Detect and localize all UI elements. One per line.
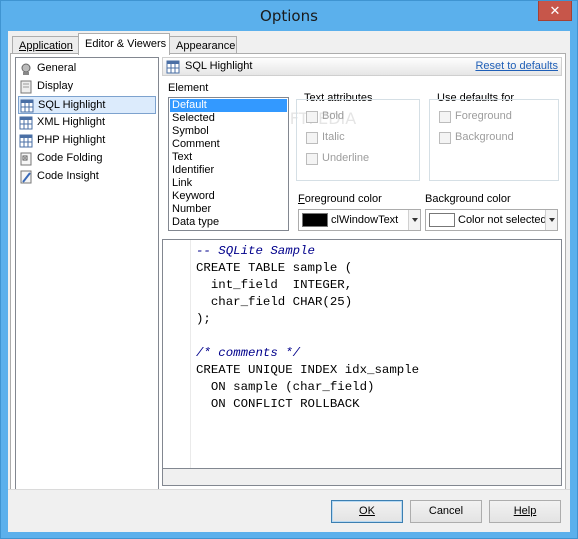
tab-label: Appearance	[176, 40, 236, 52]
category-label: Code Folding	[37, 152, 103, 164]
element-item[interactable]: Default	[170, 99, 287, 112]
checkbox-label: Underline	[322, 152, 370, 164]
foreground-swatch	[302, 213, 328, 227]
category-item-display[interactable]: Display	[18, 78, 156, 96]
background-color-label: Background color	[425, 193, 511, 205]
code-line: );	[196, 312, 211, 326]
tab-pane: General Display SQL Highlight XML Highli…	[10, 53, 566, 495]
tab-editor-viewers[interactable]: Editor & Viewers	[78, 33, 170, 55]
category-item-general[interactable]: General	[18, 60, 156, 78]
element-item[interactable]: Number	[170, 203, 287, 216]
close-button[interactable]: ✕	[538, 1, 572, 21]
options-window: Options ✕ Application Editor & Viewers A…	[0, 0, 578, 539]
element-item[interactable]: Text	[170, 151, 287, 164]
category-label: Code Insight	[37, 170, 99, 182]
button-label: Help	[513, 505, 537, 517]
checkbox-box	[439, 132, 451, 144]
category-label: SQL Highlight	[38, 99, 106, 111]
grid-icon	[166, 60, 180, 74]
element-list[interactable]: Default Selected Symbol Comment Text Ide…	[168, 97, 289, 231]
folding-icon	[20, 152, 32, 166]
button-label: Cancel	[428, 505, 464, 517]
window-title: Options	[260, 7, 318, 25]
chevron-down-icon[interactable]	[408, 210, 420, 230]
grid-icon	[19, 134, 33, 148]
category-label: Display	[37, 80, 74, 92]
code-line: CREATE UNIQUE INDEX idx_sample	[196, 363, 420, 377]
code-line: ON sample (char_field)	[196, 380, 375, 394]
code-sample: -- SQLite Sample CREATE TABLE sample ( in…	[196, 243, 419, 413]
foreground-color-label: Foreground color	[298, 193, 382, 205]
checkbox-box	[306, 132, 318, 144]
checkbox-box	[439, 111, 451, 123]
element-item[interactable]: Identifier	[170, 164, 287, 177]
category-label: XML Highlight	[37, 116, 106, 128]
background-color-select[interactable]: Color not selected	[425, 209, 558, 231]
category-item-xml-highlight[interactable]: XML Highlight	[18, 114, 156, 132]
sql-preview-editor[interactable]: -- SQLite Sample CREATE TABLE sample ( in…	[162, 239, 562, 469]
category-item-php-highlight[interactable]: PHP Highlight	[18, 132, 156, 150]
foreground-color-select[interactable]: clWindowText	[298, 209, 421, 231]
element-item[interactable]: Keyword	[170, 190, 287, 203]
grid-icon	[20, 99, 34, 113]
code-line: /* comments */	[196, 346, 301, 360]
panel-header: SQL Highlight Reset to defaults	[162, 57, 562, 76]
foreground-color-value: clWindowText	[331, 214, 399, 226]
display-icon	[20, 80, 32, 94]
grid-icon	[19, 116, 33, 130]
element-item[interactable]: Data type	[170, 216, 287, 229]
background-color-value: Color not selected	[458, 214, 547, 226]
close-icon: ✕	[549, 3, 561, 18]
checkbox-label: Italic	[322, 131, 345, 143]
tab-label: Application	[19, 40, 73, 52]
cancel-button[interactable]: Cancel	[410, 500, 482, 523]
category-list[interactable]: General Display SQL Highlight XML Highli…	[15, 57, 159, 491]
element-item[interactable]: Symbol	[170, 125, 287, 138]
help-button[interactable]: Help	[489, 500, 561, 523]
foreground-color-label-rest: oreground color	[304, 193, 382, 205]
code-line: char_field CHAR(25)	[196, 295, 353, 309]
checkbox-box	[306, 111, 318, 123]
code-line: ON CONFLICT ROLLBACK	[196, 397, 360, 411]
category-item-sql-highlight[interactable]: SQL Highlight	[18, 96, 156, 114]
dialog-footer: OK Cancel Help	[8, 490, 570, 532]
chevron-down-icon[interactable]	[545, 210, 557, 230]
checkbox-label: Background	[455, 131, 514, 143]
checkbox-box	[306, 153, 318, 165]
checkbox-label: Foreground	[455, 110, 512, 122]
panel-title: SQL Highlight	[185, 60, 253, 72]
category-label: General	[37, 62, 77, 74]
category-item-code-insight[interactable]: Code Insight	[18, 168, 156, 186]
button-label: OK	[359, 505, 375, 517]
code-line: int_field INTEGER,	[196, 278, 353, 292]
element-item[interactable]: Link	[170, 177, 287, 190]
element-item[interactable]: Comment	[170, 138, 287, 151]
title-bar[interactable]: Options ✕	[1, 1, 577, 31]
general-icon	[21, 63, 31, 75]
editor-gutter	[163, 240, 191, 468]
dialog-client: Application Editor & Viewers Appearance …	[8, 31, 570, 532]
category-item-code-folding[interactable]: Code Folding	[18, 150, 156, 168]
ok-button[interactable]: OK	[331, 500, 403, 523]
element-label: Element	[168, 82, 209, 94]
tab-label: Editor & Viewers	[85, 38, 167, 50]
checkbox-label: Bold	[322, 110, 345, 122]
category-label: PHP Highlight	[37, 134, 106, 146]
background-swatch	[429, 213, 455, 227]
insight-icon	[20, 170, 32, 184]
code-line: -- SQLite Sample	[196, 244, 315, 258]
reset-to-defaults-link[interactable]: Reset to defaults	[475, 60, 558, 72]
element-item[interactable]: Selected	[170, 112, 287, 125]
editor-horizontal-scrollbar[interactable]	[162, 469, 562, 486]
code-line: CREATE TABLE sample (	[196, 261, 353, 275]
